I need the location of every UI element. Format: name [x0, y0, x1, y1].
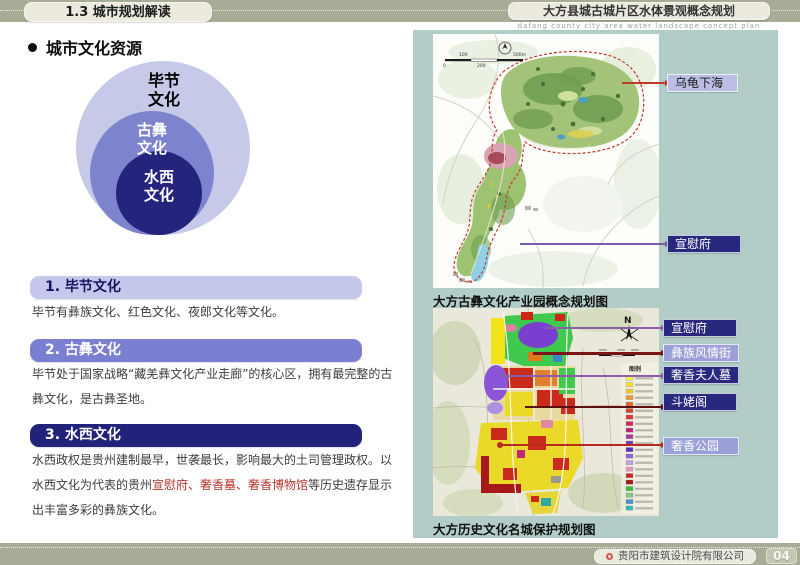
company-logo-icon	[606, 553, 613, 560]
connector-doulaoge	[525, 406, 662, 408]
footer-divider-dotted	[0, 547, 800, 548]
map1-image: 0 100 200 500m	[433, 34, 659, 288]
map2-caption: 大方历史文化名城保护规划图	[433, 519, 596, 538]
venn-middle-label: 古彝文化	[134, 121, 170, 157]
section-2-body: 毕节处于国家战略“藏羌彝文化产业走廊”的核心区，拥有最完整的古彝文化，是古彝圣地…	[32, 362, 402, 412]
venn-outer-label: 毕节文化	[146, 71, 182, 109]
connector-shexiang-furenmu	[500, 375, 662, 377]
section-3-heading: 3. 水西文化	[30, 424, 362, 447]
doc-subtitle-en: dafang county city area water landscape …	[508, 22, 770, 30]
svg-text:0: 0	[443, 63, 446, 69]
svg-text:图例: 图例	[629, 365, 641, 373]
map1-graphic: 0 100 200 500m	[433, 34, 659, 288]
map2-graphic: N 图例	[433, 308, 659, 516]
section-3-highlight: 宣慰府、奢香墓、奢香博物馆	[152, 478, 308, 492]
maps-panel: 0 100 200 500m 大方古彝文化产业园概念规划图	[413, 30, 778, 538]
page-title: 城市文化资源	[28, 35, 142, 59]
section-1-body: 毕节有彝族文化、红色文化、夜郎文化等文化。	[32, 300, 402, 325]
connector-xuanweifu-map2	[545, 327, 662, 329]
connector-xuanweifu-map1	[520, 243, 666, 245]
company-name: 贵阳市建筑设计院有限公司	[618, 550, 744, 562]
venn-inner-label: 水西文化	[141, 168, 177, 204]
connector-shexiang-gongyuan	[500, 444, 662, 446]
page-number: 04	[766, 548, 797, 564]
culture-venn-diagram: 毕节文化 古彝文化 水西文化	[76, 61, 250, 237]
legend: 图例	[621, 363, 658, 514]
page: 1.3 城市规划解读 大方县城古城片区水体景观概念规划 dafang count…	[0, 0, 800, 565]
svg-text:N: N	[624, 316, 632, 326]
doc-title: 大方县城古城片区水体景观概念规划	[543, 4, 735, 18]
company-box: 贵阳市建筑设计院有限公司	[594, 549, 756, 564]
map2-label-shexiang-gongyuan: 奢香公园	[663, 437, 739, 455]
connector-wugui-xiahai	[622, 82, 666, 84]
section-tab: 1.3 城市规划解读	[24, 2, 212, 22]
svg-text:500m: 500m	[513, 52, 526, 58]
section-2-heading: 2. 古彝文化	[30, 339, 362, 362]
section-tab-label: 1.3 城市规划解读	[65, 5, 171, 20]
map1-label-wugui-xiahai: 乌龟下海	[667, 74, 738, 92]
bullet-icon	[28, 43, 37, 52]
map1-label-xuanweifu: 宣慰府	[667, 235, 741, 253]
section-1-heading: 1. 毕节文化	[30, 276, 362, 299]
top-bar: 1.3 城市规划解读 大方县城古城片区水体景观概念规划	[0, 0, 800, 22]
map2-label-xuanweifu: 宣慰府	[663, 319, 737, 337]
doc-title-box: 大方县城古城片区水体景观概念规划	[508, 2, 770, 20]
map2-label-yizu-fengqingjie: 彝族风情街	[663, 344, 739, 362]
svg-text:100: 100	[459, 52, 468, 58]
map2-label-shexiang-furenmu: 奢香夫人墓	[663, 366, 739, 384]
page-title-text: 城市文化资源	[46, 39, 142, 58]
section-3-body: 水西政权是贵州建制最早，世袭最长，影响最大的土司管理政权。以水西文化为代表的贵州…	[32, 448, 402, 523]
svg-text:200: 200	[477, 63, 486, 69]
footer-bar: 贵阳市建筑设计院有限公司 04	[0, 543, 800, 565]
connector-yizu-fengqingjie	[533, 352, 662, 355]
map2-image: N 图例	[433, 308, 659, 516]
map2-zoning	[475, 312, 583, 514]
map2-label-doulaoge: 斗姥阁	[663, 393, 737, 411]
